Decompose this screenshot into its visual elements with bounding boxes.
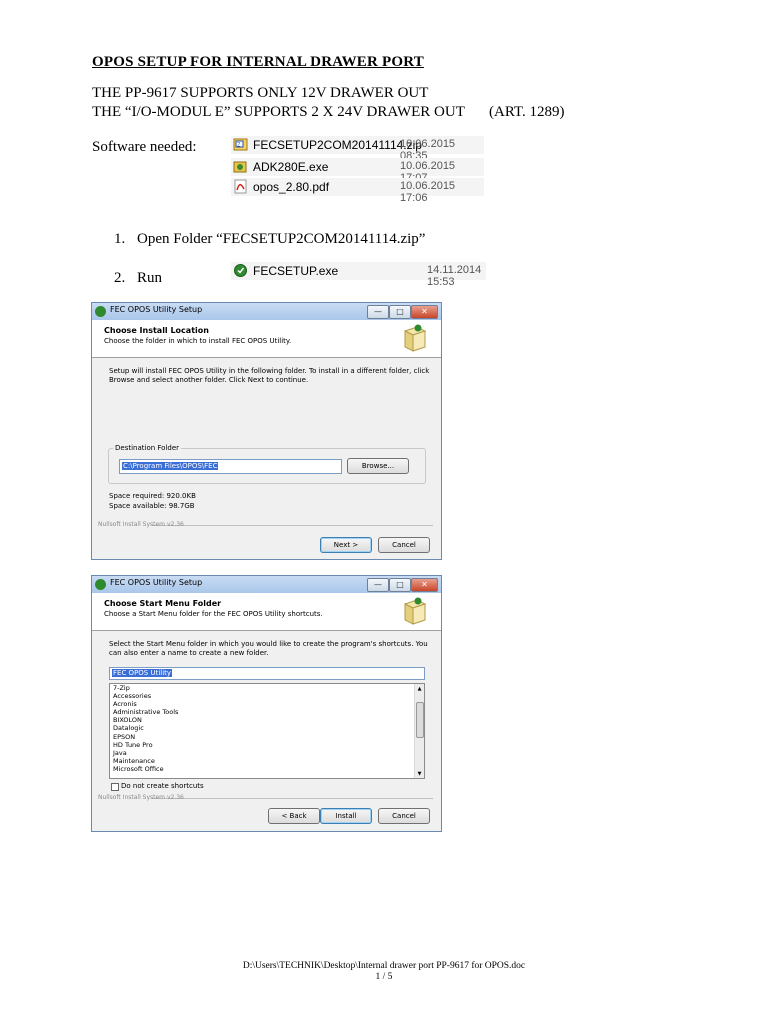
file-date: 14.11.2014 15:53 [427,264,482,288]
info-line-pp9617: THE PP-9617 SUPPORTS ONLY 12V DRAWER OUT [92,85,429,101]
minimize-button[interactable]: — [367,305,389,319]
file-row-setup-exe[interactable]: FECSETUP.exe 14.11.2014 15:53 [231,262,486,288]
info-line-art-number: (ART. 1289) [489,104,565,120]
step-1-number: 1. [114,231,126,247]
scroll-up-icon[interactable]: ▲ [416,685,423,692]
nsis-branding: Nullsoft Install System v2.36 [98,521,184,528]
start-menu-dialog: FEC OPOS Utility Setup — □ ✕ Choose Star… [91,575,442,832]
list-item[interactable]: Administrative Tools [110,708,424,716]
cancel-button[interactable]: Cancel [378,808,430,824]
app-icon [95,579,106,590]
package-icon [403,597,427,625]
dialog-header: Choose Start Menu Folder Choose a Start … [92,593,441,631]
space-required-text: Space required: 920.0KB [109,492,196,500]
file-row-exe[interactable]: ADK280E.exe 10.06.2015 17:07 [231,158,484,184]
file-name: FECSETUP.exe [253,264,339,278]
no-shortcuts-label: Do not create shortcuts [121,782,204,790]
list-item[interactable]: Datalogic [110,724,424,732]
package-icon [403,324,427,352]
start-menu-folder-input[interactable]: FEC OPOS Utility [109,667,425,680]
document-title: OPOS SETUP FOR INTERNAL DRAWER PORT [92,54,424,70]
destination-folder-input[interactable]: C:\Program Files\OPOS\FEC [119,459,342,474]
dialog-titlebar[interactable]: FEC OPOS Utility Setup — □ ✕ [92,303,441,320]
scrollbar-thumb[interactable] [416,702,424,738]
list-item[interactable]: EPSON [110,733,424,741]
step-2-text: Run [137,270,163,286]
list-item[interactable]: 7-Zip [110,684,424,692]
close-button[interactable]: ✕ [411,578,438,592]
file-date: 10.06.2015 17:06 [400,180,456,204]
dialog-body-line-1: Setup will install FEC OPOS Utility in t… [109,367,430,375]
browse-button[interactable]: Browse... [347,458,409,474]
file-name: opos_2.80.pdf [253,180,330,194]
dialog-body-line-2: Browse and select another folder. Click … [109,376,309,384]
footer-separator [152,798,433,799]
page-number: 1 / 5 [375,972,393,982]
list-item[interactable]: Accessories [110,692,424,700]
file-name: ADK280E.exe [253,160,329,174]
step-2-number: 2. [114,270,126,286]
maximize-button[interactable]: □ [389,578,411,592]
software-needed-label: Software needed: [92,139,197,155]
info-line-io-modul: THE “I/O-MODUL E” SUPPORTS 2 X 24V DRAWE… [92,104,465,120]
dialog-title: FEC OPOS Utility Setup [110,305,203,314]
list-scrollbar[interactable]: ▲ ▼ [414,684,424,778]
step-1-text: Open Folder “FECSETUP2COM20141114.zip” [137,231,426,247]
dialog-header: Choose Install Location Choose the folde… [92,320,441,358]
pdf-icon [234,179,247,194]
footer-path: D:\Users\TECHNIK\Desktop\Internal drawer… [242,961,526,971]
svg-text:Z: Z [237,143,241,149]
dialog-heading: Choose Start Menu Folder [104,599,222,608]
list-item[interactable]: HD Tune Pro [110,741,424,749]
next-button[interactable]: Next > [320,537,372,553]
dialog-subheading: Choose the folder in which to install FE… [104,337,292,345]
start-menu-folder-value: FEC OPOS Utility [112,669,173,677]
dialog-body-line-2: can also enter a name to create a new fo… [109,649,269,657]
destination-label: Destination Folder [113,444,182,452]
list-item[interactable]: Maintenance [110,757,424,765]
close-button[interactable]: ✕ [411,305,438,319]
footer-separator [152,525,433,526]
file-row-pdf[interactable]: opos_2.80.pdf 10.06.2015 17:06 [231,178,484,204]
start-menu-folder-list[interactable]: 7-Zip Accessories Acronis Administrative… [109,683,425,779]
install-button[interactable]: Install [320,808,372,824]
space-available-text: Space available: 98.7GB [109,502,195,510]
file-name: FECSETUP2COM20141114.zip [253,138,422,152]
exe-icon [233,161,247,173]
app-icon [95,306,106,317]
file-row-zip[interactable]: Z FECSETUP2COM20141114.zip 10.06.2015 08… [231,136,484,162]
nsis-branding: Nullsoft Install System v2.36 [98,794,184,801]
minimize-button[interactable]: — [367,578,389,592]
install-location-dialog: FEC OPOS Utility Setup — □ ✕ Choose Inst… [91,302,442,560]
dialog-body-line-1: Select the Start Menu folder in which yo… [109,640,428,648]
list-item[interactable]: Acronis [110,700,424,708]
setup-icon [234,264,247,277]
dialog-subheading: Choose a Start Menu folder for the FEC O… [104,610,323,618]
destination-folder-value: C:\Program Files\OPOS\FEC [122,462,219,470]
dialog-titlebar[interactable]: FEC OPOS Utility Setup — □ ✕ [92,576,441,593]
dialog-heading: Choose Install Location [104,326,209,335]
back-button[interactable]: < Back [268,808,320,824]
list-item[interactable]: BIXOLON [110,716,424,724]
list-item[interactable]: Java [110,749,424,757]
maximize-button[interactable]: □ [389,305,411,319]
no-shortcuts-checkbox[interactable] [111,783,119,791]
dialog-title: FEC OPOS Utility Setup [110,578,203,587]
scroll-down-icon[interactable]: ▼ [416,770,423,777]
list-item[interactable]: Microsoft Office [110,765,424,773]
cancel-button[interactable]: Cancel [378,537,430,553]
zip-icon: Z [233,138,248,151]
